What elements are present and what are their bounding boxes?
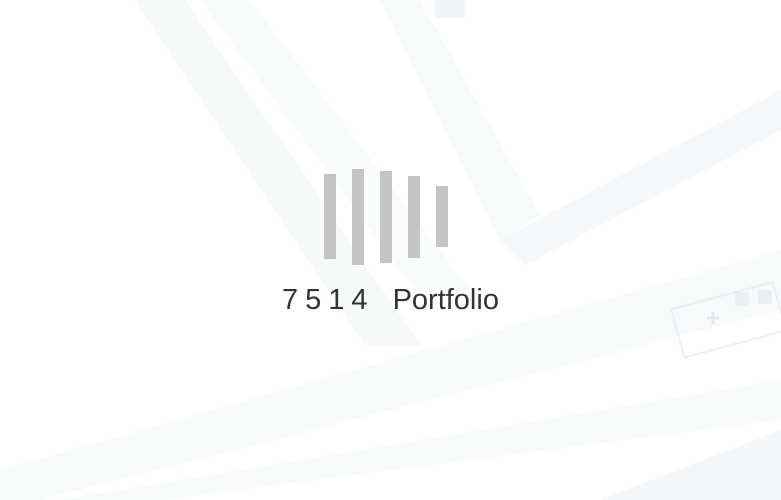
loading-bar [380, 171, 392, 263]
portfolio-label: Portfolio [392, 284, 499, 316]
loading-bar [436, 186, 448, 247]
loading-indicator [0, 0, 781, 500]
loading-bar [324, 174, 336, 259]
portfolio-number: 7514 [282, 284, 375, 316]
loading-caption: 7514 Portfolio [0, 284, 781, 324]
loading-screen: 7514 Portfolio [0, 0, 781, 500]
loading-bar [352, 169, 364, 265]
loading-bar [408, 176, 420, 258]
